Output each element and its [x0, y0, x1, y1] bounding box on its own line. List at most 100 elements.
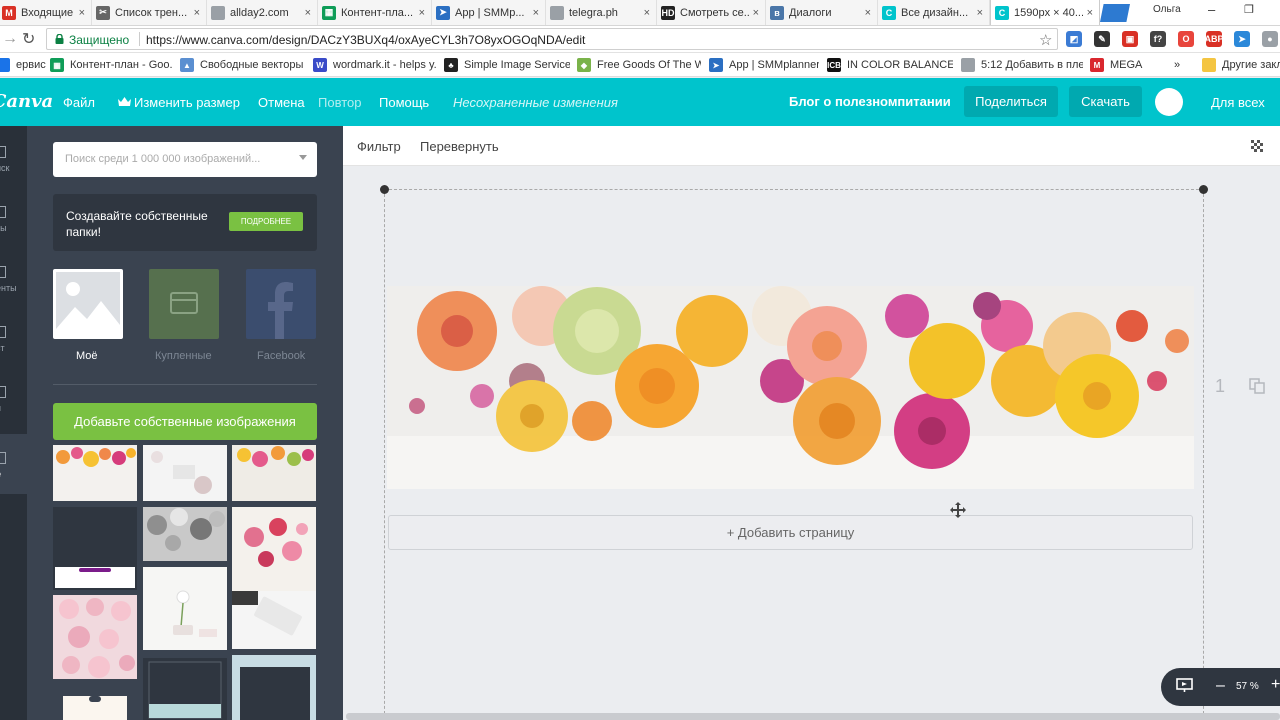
undo-button[interactable]: Отмена [258, 95, 305, 110]
browser-tab[interactable]: ➤ App | SMMp... × [432, 0, 546, 25]
rail-item[interactable]: ты [0, 188, 27, 248]
uploaded-image-thumbnail[interactable] [53, 507, 137, 590]
bookmark-item[interactable]: ♣ Simple Image Service... [444, 57, 570, 73]
close-icon[interactable]: × [865, 7, 871, 19]
design-title[interactable]: Блог о полезномпитании [789, 94, 951, 109]
browser-tab[interactable]: M Входящие (2... × [0, 0, 92, 25]
file-menu[interactable]: Файл [63, 95, 95, 110]
bookmark-item[interactable]: ◆ Free Goods Of The W... [577, 57, 701, 73]
new-tab-button[interactable] [1100, 4, 1130, 22]
bookmark-item[interactable]: Другие закл... [1202, 57, 1280, 73]
my-uploads-tile[interactable] [53, 269, 123, 339]
browser-tab[interactable]: C 1590px × 40... × [990, 0, 1100, 25]
resize-handle[interactable] [1199, 185, 1208, 194]
uploaded-image-thumbnail[interactable] [232, 591, 316, 649]
minimize-window-button[interactable]: – [1208, 2, 1215, 17]
zoom-out-button[interactable]: – [1216, 677, 1225, 695]
bookmark-item[interactable]: ➤ App | SMMplanner [709, 57, 819, 73]
close-icon[interactable]: × [1087, 7, 1093, 19]
evernote-icon[interactable]: ✎ [1094, 31, 1110, 47]
bookmark-item[interactable]: ервисы [0, 57, 46, 73]
uploaded-image-thumbnail[interactable] [232, 507, 316, 591]
bookmark-item[interactable]: M MEGA [1090, 57, 1146, 73]
bookmark-star-icon[interactable]: ☆ [1039, 31, 1052, 49]
browser-tab-strip: MВходящие (2...×✂Список трен...×allday2.… [0, 0, 1280, 26]
uploaded-image-thumbnail[interactable] [143, 567, 227, 650]
uploaded-image-thumbnail[interactable] [143, 658, 227, 720]
zoom-value[interactable]: 57 % [1236, 681, 1259, 692]
image-search-input[interactable]: Поиск среди 1 000 000 изображений... [53, 142, 317, 177]
uploaded-image-thumbnail[interactable] [232, 655, 316, 720]
zoom-in-button[interactable]: + [1271, 676, 1280, 694]
browser-tab[interactable]: в Диалоги × [766, 0, 878, 25]
reload-button[interactable]: ↻ [22, 29, 35, 49]
flip-button[interactable]: Перевернуть [420, 139, 499, 154]
visibility-toggle[interactable] [1155, 88, 1183, 116]
telegram-extension-icon[interactable]: ➤ [1234, 31, 1250, 47]
browser-tab[interactable]: ▦ Контент-пла... × [318, 0, 432, 25]
add-page-button[interactable]: + Добавить страницу [388, 515, 1193, 550]
purchased-tile[interactable] [149, 269, 219, 339]
opera-extension-icon[interactable]: O [1178, 31, 1194, 47]
facebook-icon[interactable] [246, 269, 316, 339]
browser-tab[interactable]: allday2.com × [207, 0, 318, 25]
resize-handle[interactable] [380, 185, 389, 194]
rail-item[interactable]: е [0, 434, 27, 494]
bookmark-item[interactable]: » [1174, 57, 1190, 73]
rail-item[interactable]: енты [0, 248, 27, 308]
maximize-window-button[interactable]: ❐ [1244, 3, 1254, 16]
uploaded-image-thumbnail[interactable] [63, 696, 127, 720]
rail-item[interactable]: иск [0, 128, 27, 188]
uploaded-image-thumbnail[interactable] [143, 445, 227, 501]
bookmark-item[interactable]: Wwordmark.it - helps y... [313, 57, 437, 73]
extension-badge-icon[interactable]: ▣ [1122, 31, 1138, 47]
browser-tab[interactable]: telegra.ph × [546, 0, 657, 25]
forward-button[interactable]: → [2, 30, 18, 48]
close-icon[interactable]: × [419, 7, 425, 19]
upload-images-button[interactable]: Добавьте собственные изображения [53, 403, 317, 440]
adblock-icon[interactable]: ABP [1205, 31, 1224, 47]
screenshot-extension-icon[interactable]: ◩ [1066, 31, 1082, 47]
close-icon[interactable]: × [644, 7, 650, 19]
help-menu[interactable]: Помощь [379, 95, 429, 110]
resize-menu[interactable]: Изменить размер [134, 95, 240, 110]
bookmark-item[interactable]: ▲ Свободные векторы... [180, 57, 304, 73]
source-label-purchased: Купленные [155, 350, 212, 362]
url-text[interactable]: https://www.canva.com/design/DACzY3BUXq4… [146, 33, 585, 47]
uploaded-image-thumbnail[interactable] [143, 507, 227, 561]
chevron-down-icon[interactable] [299, 155, 307, 160]
canva-logo[interactable]: Canva [0, 91, 53, 112]
url-omnibox[interactable]: Защищено https://www.canva.com/design/DA… [46, 28, 1058, 50]
browser-user-name[interactable]: Ольга [1153, 4, 1181, 15]
uploaded-image-thumbnail[interactable] [53, 445, 137, 501]
fx-extension-icon[interactable]: f? [1150, 31, 1166, 47]
close-icon[interactable]: × [79, 7, 85, 19]
close-icon[interactable]: × [533, 7, 539, 19]
filter-button[interactable]: Фильтр [357, 139, 401, 154]
tools-icon: ✂ [96, 5, 110, 20]
uploaded-image-thumbnail[interactable] [53, 595, 137, 679]
horizontal-scrollbar[interactable] [346, 713, 1280, 720]
close-icon[interactable]: × [194, 7, 200, 19]
browser-tab[interactable]: ✂ Список трен... × [92, 0, 207, 25]
uploaded-image-thumbnail[interactable] [232, 445, 316, 501]
flower-banner-image[interactable] [387, 286, 1194, 489]
learn-more-button[interactable]: ПОДРОБНЕЕ [229, 212, 303, 231]
redo-button[interactable]: Повтор [318, 95, 361, 110]
bookmark-item[interactable]: 5:12 Добавить в пле... [961, 57, 1083, 73]
browser-tab[interactable]: HD Смотреть се... × [657, 0, 766, 25]
user-profile-icon[interactable]: ● [1262, 31, 1278, 47]
close-icon[interactable]: × [305, 7, 311, 19]
close-icon[interactable]: × [977, 7, 983, 19]
bookmark-item[interactable]: ICB IN COLOR BALANCE [827, 57, 953, 73]
download-button[interactable]: Скачать [1069, 86, 1142, 117]
bookmark-item[interactable]: ▦ Контент-план - Goo... [50, 57, 172, 73]
present-icon[interactable] [1176, 678, 1193, 693]
transparency-icon[interactable] [1251, 140, 1263, 152]
browser-tab[interactable]: C Все дизайн... × [878, 0, 990, 25]
duplicate-page-icon[interactable] [1249, 378, 1265, 394]
rail-item[interactable]: ст [0, 308, 27, 368]
close-icon[interactable]: × [753, 7, 759, 19]
share-button[interactable]: Поделиться [964, 86, 1058, 117]
rail-item[interactable]: н [0, 368, 27, 428]
